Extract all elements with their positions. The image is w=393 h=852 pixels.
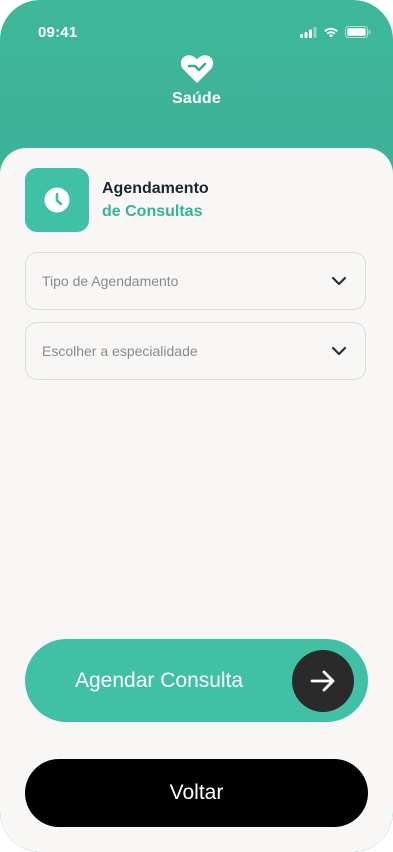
- specialty-placeholder: Escolher a especialidade: [42, 343, 198, 359]
- chevron-down-icon: [331, 346, 347, 356]
- arrow-button[interactable]: [292, 650, 354, 712]
- wifi-icon: [324, 27, 338, 37]
- status-icons: [300, 26, 371, 38]
- title-line-2: de Consultas: [102, 203, 203, 220]
- page-title: Agendamento de Consultas: [25, 168, 209, 232]
- appointment-type-placeholder: Tipo de Agendamento: [42, 273, 179, 289]
- title-icon-tile: [25, 168, 89, 232]
- app-header: Saúde: [0, 54, 393, 108]
- specialty-select[interactable]: Escolher a especialidade: [25, 322, 366, 380]
- phone-frame: 09:41 Saúde Agendamento de Consultas Tip…: [0, 0, 393, 852]
- content-sheet: Agendamento de Consultas Tipo de Agendam…: [0, 148, 393, 852]
- schedule-appointment-button[interactable]: Agendar Consulta: [25, 639, 368, 722]
- heart-icon: [180, 55, 213, 83]
- appointment-type-select[interactable]: Tipo de Agendamento: [25, 252, 366, 310]
- arrow-right-icon: [310, 670, 335, 692]
- back-button[interactable]: Voltar: [25, 759, 368, 827]
- title-text: Agendamento de Consultas: [102, 177, 209, 223]
- clock-icon: [44, 187, 70, 213]
- battery-icon: [345, 26, 371, 38]
- chevron-down-icon: [331, 276, 347, 286]
- status-bar: 09:41: [0, 22, 393, 44]
- brand-name: Saúde: [171, 90, 221, 107]
- signal-icon: [300, 26, 317, 38]
- schedule-button-label: Agendar Consulta: [75, 668, 244, 692]
- back-button-label: Voltar: [169, 781, 224, 804]
- status-time: 09:41: [38, 24, 78, 41]
- title-line-1: Agendamento: [102, 180, 209, 197]
